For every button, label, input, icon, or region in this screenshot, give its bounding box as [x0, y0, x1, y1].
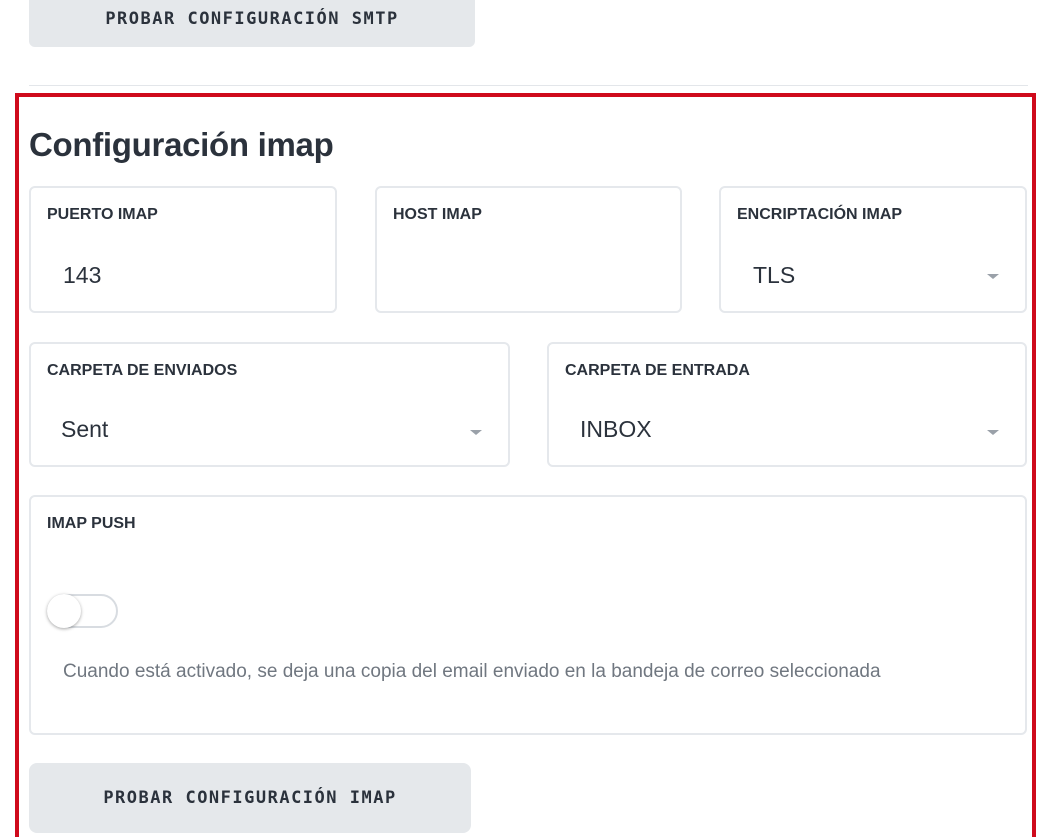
imap-host-label: HOST IMAP	[393, 206, 482, 223]
imap-push-description: Cuando está activado, se deja una copia …	[63, 661, 881, 682]
chevron-down-icon[interactable]	[987, 274, 999, 279]
sent-folder-label: CARPETA DE ENVIADOS	[47, 362, 238, 379]
imap-port-label: PUERTO IMAP	[47, 206, 158, 223]
toggle-knob	[47, 594, 81, 628]
imap-encryption-label: ENCRIPTACIÓN IMAP	[737, 206, 903, 223]
inbox-folder-value[interactable]: INBOX	[580, 416, 652, 443]
imap-section-title: Configuración imap	[29, 126, 334, 163]
imap-host-field[interactable]: HOST IMAP	[375, 186, 682, 313]
imap-port-field[interactable]: PUERTO IMAP 143	[29, 186, 337, 313]
chevron-down-icon[interactable]	[470, 430, 482, 435]
email-settings-page: PROBAR CONFIGURACIÓN SMTP Configuración …	[0, 0, 1041, 837]
imap-push-label: IMAP PUSH	[47, 515, 136, 532]
chevron-down-icon[interactable]	[987, 430, 999, 435]
imap-port-input[interactable]: 143	[63, 262, 101, 289]
imap-push-field: IMAP PUSH Cuando está activado, se deja …	[29, 495, 1027, 735]
section-divider	[29, 85, 1028, 86]
inbox-folder-select[interactable]: CARPETA DE ENTRADA INBOX	[547, 342, 1027, 467]
test-imap-button[interactable]: PROBAR CONFIGURACIÓN IMAP	[29, 763, 471, 833]
imap-encryption-value[interactable]: TLS	[753, 262, 795, 289]
sent-folder-value[interactable]: Sent	[61, 416, 108, 443]
imap-push-toggle[interactable]	[47, 594, 118, 628]
test-smtp-button[interactable]: PROBAR CONFIGURACIÓN SMTP	[29, 0, 475, 47]
inbox-folder-label: CARPETA DE ENTRADA	[565, 362, 750, 379]
imap-encryption-select[interactable]: ENCRIPTACIÓN IMAP TLS	[719, 186, 1027, 313]
sent-folder-select[interactable]: CARPETA DE ENVIADOS Sent	[29, 342, 510, 467]
